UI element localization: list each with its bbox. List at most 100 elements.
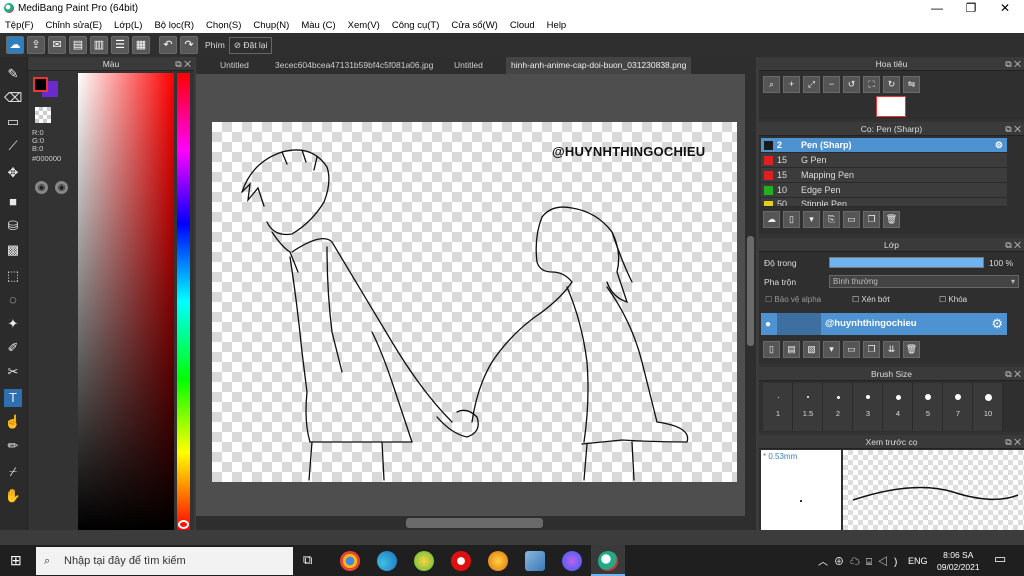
menu-snap[interactable]: Chụp(N): [253, 20, 289, 31]
brush-item[interactable]: 15 Mapping Pen: [761, 168, 1007, 183]
visibility-eye-icon[interactable]: ●: [765, 319, 771, 330]
page-icon[interactable]: ▥: [90, 36, 108, 54]
opacity-slider[interactable]: [829, 257, 984, 268]
brush-size-option[interactable]: 1.5: [793, 383, 823, 431]
reset-button[interactable]: ⊘ Đặt lại: [228, 36, 273, 54]
brush-size-option[interactable]: 5: [913, 383, 943, 431]
palette-add-icon[interactable]: ◉: [55, 181, 68, 194]
undo-icon[interactable]: ↶: [159, 36, 177, 54]
brush-size-option[interactable]: 3: [853, 383, 883, 431]
comment-icon[interactable]: ✉: [48, 36, 66, 54]
select-rect-icon[interactable]: ⬚: [4, 267, 22, 285]
panel-close-icon[interactable]: ⧉ ✕: [1005, 122, 1021, 136]
lock-checkbox[interactable]: ☐ Khóa: [939, 295, 967, 304]
maximize-button[interactable]: ❐: [954, 0, 988, 17]
blur-tool-icon[interactable]: ✏: [4, 437, 22, 455]
blend-select[interactable]: Bình thường ▾: [829, 275, 1019, 288]
layer-row[interactable]: ● @huynhthingochieu ⚙: [761, 313, 1007, 335]
rotate-right-icon[interactable]: ↻: [883, 76, 900, 93]
magic-wand-icon[interactable]: ✦: [4, 315, 22, 333]
brush-size-option[interactable]: 1: [763, 383, 793, 431]
menu-select[interactable]: Chọn(S): [206, 20, 241, 31]
trash-icon[interactable]: 🗑: [903, 341, 920, 358]
language-indicator[interactable]: ENG: [908, 556, 928, 566]
close-button[interactable]: ✕: [988, 0, 1022, 17]
brush-size-option[interactable]: 10: [973, 383, 1003, 431]
panel-close-icon[interactable]: ⧉ ✕: [1005, 57, 1021, 71]
menu-file[interactable]: Tệp(F): [5, 20, 34, 31]
vertical-scroll-thumb[interactable]: [747, 236, 754, 346]
redo-icon[interactable]: ↷: [180, 36, 198, 54]
hand-tool-icon[interactable]: ✋: [4, 487, 22, 505]
panel-close-icon[interactable]: ⧉ ✕: [1005, 367, 1021, 381]
zoom-icon[interactable]: ⌕: [763, 76, 780, 93]
grid-list-icon[interactable]: ☰: [111, 36, 129, 54]
new-brush-icon[interactable]: ▯: [783, 211, 800, 228]
brush-tool-icon[interactable]: ✎: [4, 65, 22, 83]
brush-item[interactable]: 10 Edge Pen: [761, 183, 1007, 198]
fit-icon[interactable]: ⤢: [803, 76, 820, 93]
eraser-tool-icon[interactable]: ⌫: [4, 89, 22, 107]
navigator-thumbnail[interactable]: [876, 96, 906, 117]
add-layer-menu-icon[interactable]: ▾: [823, 341, 840, 358]
gear-icon[interactable]: ⚙: [995, 138, 1003, 153]
cloud-download-icon[interactable]: ☁: [763, 211, 780, 228]
palette-icon[interactable]: ◉: [35, 181, 48, 194]
brush-item[interactable]: 50 Stipple Pen: [761, 198, 1007, 207]
menu-filter[interactable]: Bộ lọc(R): [154, 20, 194, 31]
menu-help[interactable]: Help: [547, 20, 567, 31]
gear-icon[interactable]: ⚙: [991, 316, 1003, 332]
zoom-out-icon[interactable]: −: [823, 76, 840, 93]
tab-untitled-2[interactable]: Untitled: [454, 60, 483, 70]
eyedropper-icon[interactable]: ⌿: [4, 463, 22, 481]
app-icon[interactable]: [414, 551, 434, 571]
messenger-icon[interactable]: [562, 551, 582, 571]
saturation-value-picker[interactable]: [78, 73, 174, 530]
chrome-icon[interactable]: [340, 551, 360, 571]
vertical-scrollbar[interactable]: [745, 74, 756, 516]
rect-shape-icon[interactable]: ▭: [4, 113, 22, 131]
grid-icon[interactable]: ▦: [132, 36, 150, 54]
select-eraser-icon[interactable]: ✂: [4, 363, 22, 381]
merge-icon[interactable]: ⇊: [883, 341, 900, 358]
windows-start-icon[interactable]: ⊞: [10, 552, 26, 568]
menu-layer[interactable]: Lớp(L): [114, 20, 142, 31]
gradient-tool-icon[interactable]: ▩: [4, 241, 22, 259]
panel-close-icon[interactable]: ⧉ ✕: [175, 57, 191, 71]
add-brush-icon[interactable]: ▾: [803, 211, 820, 228]
copy-icon[interactable]: ⎘: [823, 211, 840, 228]
drawing-canvas[interactable]: @HUYNHTHINGOCHIEU: [212, 122, 737, 482]
duplicate-icon[interactable]: ❐: [863, 211, 880, 228]
minimize-button[interactable]: —: [920, 0, 954, 17]
trash-icon[interactable]: 🗑: [883, 211, 900, 228]
task-view-icon[interactable]: ⧉: [303, 552, 312, 568]
cloud-icon[interactable]: ☁: [6, 36, 24, 54]
menu-color[interactable]: Màu (C): [301, 20, 335, 31]
new-layer-icon[interactable]: ▯: [763, 341, 780, 358]
menu-view[interactable]: Xem(V): [348, 20, 380, 31]
menu-edit[interactable]: Chỉnh sửa(E): [46, 20, 103, 31]
text-tool-icon[interactable]: T: [4, 389, 22, 407]
upload-icon[interactable]: ⇪: [27, 36, 45, 54]
select-pen-icon[interactable]: ✐: [4, 339, 22, 357]
brush-item[interactable]: 2 Pen (Sharp) ⚙: [761, 138, 1007, 153]
panel-close-icon[interactable]: ⧉ ✕: [1005, 435, 1021, 449]
bucket-tool-icon[interactable]: ⛁: [4, 217, 22, 235]
alpha-protect-checkbox[interactable]: ☐ Bảo vệ alpha: [765, 295, 821, 304]
brush-size-option[interactable]: 4: [883, 383, 913, 431]
opera-icon[interactable]: [451, 551, 471, 571]
zoom-in-icon[interactable]: +: [783, 76, 800, 93]
folder-icon[interactable]: ▭: [843, 211, 860, 228]
hue-handle[interactable]: [178, 520, 189, 529]
rotate-left-icon[interactable]: ↺: [843, 76, 860, 93]
hue-slider[interactable]: [177, 73, 190, 530]
chrome-canary-icon[interactable]: [488, 551, 508, 571]
duplicate-icon[interactable]: ❐: [863, 341, 880, 358]
taskbar-search-input[interactable]: ⌕ Nhập tại đây để tìm kiếm: [36, 547, 293, 575]
folder-icon[interactable]: ▭: [843, 341, 860, 358]
operation-tool-icon[interactable]: ☝: [4, 413, 22, 431]
notepad-icon[interactable]: [525, 551, 545, 571]
move-tool-icon[interactable]: ✥: [4, 164, 22, 182]
clip-checkbox[interactable]: ☐ Xén bớt: [852, 295, 890, 304]
new-halftone-icon[interactable]: ▤: [783, 341, 800, 358]
